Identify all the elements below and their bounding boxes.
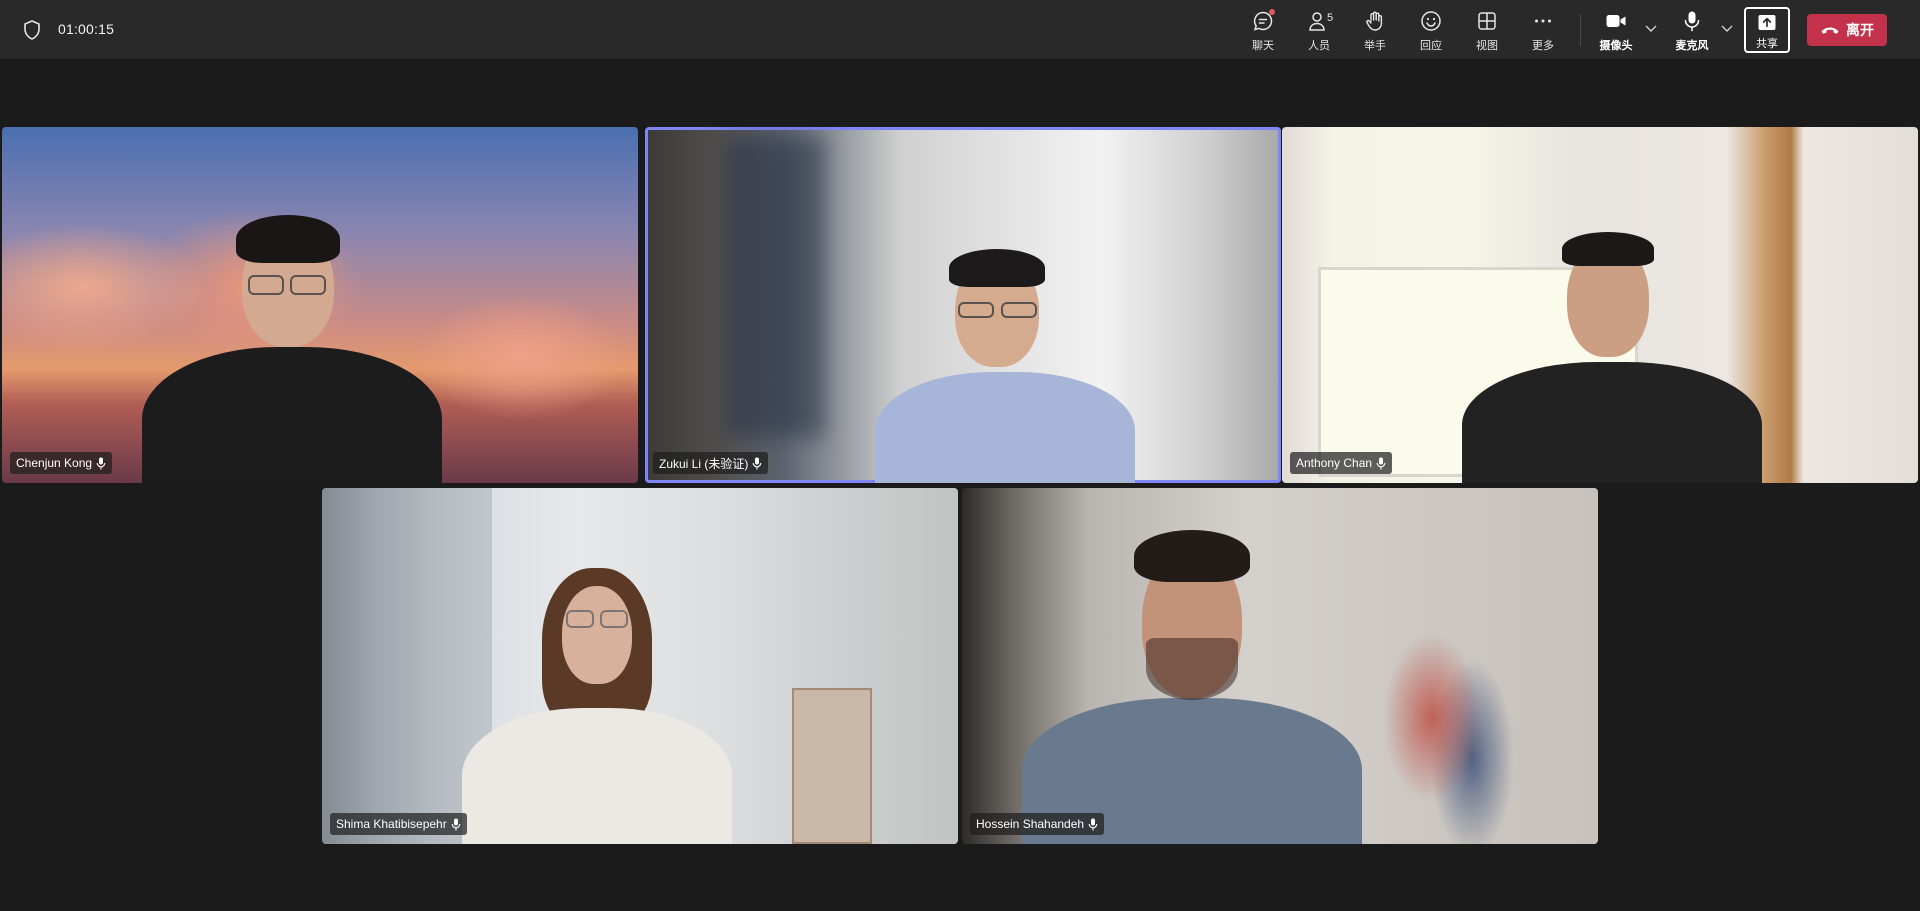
chat-icon: [1252, 9, 1275, 32]
hand-icon: [1364, 10, 1386, 32]
participant-name-tag: Anthony Chan: [1290, 452, 1393, 474]
view-label: 视图: [1476, 40, 1498, 52]
react-button[interactable]: 回应: [1406, 8, 1456, 54]
raise-hand-button[interactable]: 举手: [1350, 8, 1400, 54]
grid-view-icon: [1476, 10, 1498, 32]
ellipsis-icon: [1532, 10, 1554, 32]
microphone-icon: [96, 457, 106, 469]
leave-label: 离开: [1846, 22, 1874, 38]
chat-unread-dot: [1269, 9, 1275, 15]
view-button[interactable]: 视图: [1462, 8, 1512, 54]
share-button[interactable]: 共享: [1744, 7, 1790, 53]
participant-video-tile[interactable]: Hossein Shahandeh: [962, 488, 1598, 844]
shelf: [792, 688, 872, 844]
more-label: 更多: [1532, 40, 1554, 52]
participant-name-tag: Hossein Shahandeh: [970, 813, 1105, 835]
participant-name: Shima Khatibisepehr: [336, 817, 447, 831]
participant-video: [1022, 518, 1362, 844]
hang-up-icon: [1821, 27, 1839, 34]
participant-video: [452, 558, 752, 844]
participant-name-tag: Zukui Li (未验证): [653, 452, 769, 474]
people-icon: 5: [1308, 10, 1334, 32]
microphone-icon: [753, 457, 762, 469]
blurred-bookshelf: [725, 137, 825, 437]
participant-name: Chenjun Kong: [16, 456, 93, 470]
share-label: 共享: [1756, 38, 1778, 50]
microphone-icon: [1681, 10, 1703, 32]
chat-button[interactable]: 聊天: [1238, 8, 1288, 54]
microphone-options-chevron-icon[interactable]: [1720, 23, 1734, 33]
react-label: 回应: [1420, 40, 1442, 52]
participant-video-tile[interactable]: Anthony Chan: [1282, 127, 1918, 483]
camera-icon: [1605, 10, 1627, 32]
participant-video: [142, 197, 442, 483]
microphone-icon: [1088, 818, 1098, 830]
shield-icon[interactable]: [23, 20, 41, 40]
participant-video-tile[interactable]: Shima Khatibisepehr: [322, 488, 958, 844]
participant-name: Zukui Li (未验证): [659, 456, 749, 471]
people-count: 5: [1327, 12, 1334, 24]
participant-name: Hossein Shahandeh: [976, 817, 1085, 831]
participant-video: [1462, 222, 1762, 483]
camera-label: 摄像头: [1599, 40, 1633, 52]
meeting-timer: 01:00:15: [58, 21, 115, 37]
smiley-icon: [1420, 10, 1442, 32]
microphone-button[interactable]: 麦克风: [1664, 8, 1720, 54]
microphone-label: 麦克风: [1675, 40, 1709, 52]
participant-name: Anthony Chan: [1296, 456, 1373, 470]
camera-options-chevron-icon[interactable]: [1644, 23, 1658, 33]
participant-video-tile[interactable]: Chenjun Kong: [2, 127, 638, 483]
participant-name-tag: Shima Khatibisepehr: [330, 813, 467, 835]
participant-video: [855, 237, 1155, 483]
people-label: 人员: [1308, 40, 1330, 52]
toolbar-divider: [1580, 14, 1581, 46]
chat-label: 聊天: [1252, 40, 1274, 52]
share-screen-icon: [1758, 14, 1776, 31]
microphone-icon: [1376, 457, 1386, 469]
people-button[interactable]: 5 人员: [1294, 8, 1344, 54]
leave-button[interactable]: 离开: [1807, 14, 1887, 46]
participant-name-tag: Chenjun Kong: [10, 452, 113, 474]
camera-button[interactable]: 摄像头: [1588, 8, 1644, 54]
microphone-icon: [451, 818, 461, 830]
meeting-toolbar: 01:00:15 聊天 5 人员 举手 回应 视图 更多 摄像头 麦克风 共享 …: [0, 0, 1920, 59]
more-button[interactable]: 更多: [1518, 8, 1568, 54]
participant-video-tile[interactable]: Zukui Li (未验证): [645, 127, 1281, 483]
raise-hand-label: 举手: [1364, 40, 1386, 52]
